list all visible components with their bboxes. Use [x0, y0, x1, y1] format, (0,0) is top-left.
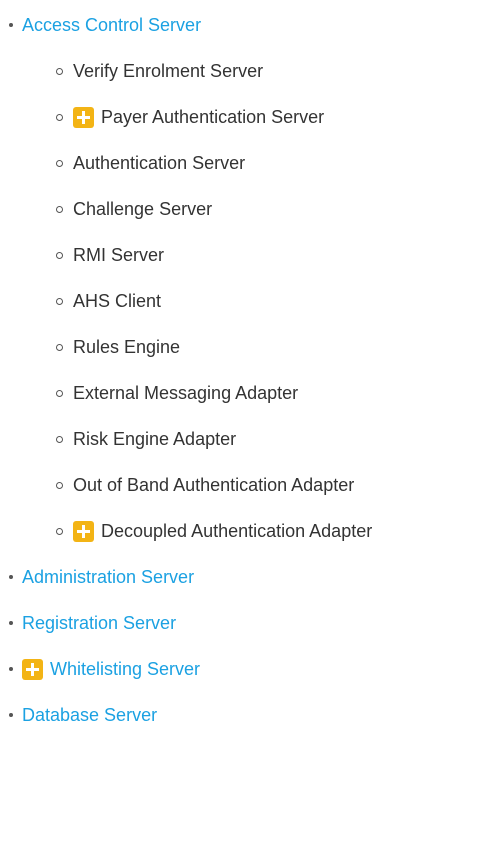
list-item-label: AHS Client — [73, 291, 162, 311]
list-item-out-of-band-authentication-adapter: Out of Band Authentication Adapter — [0, 472, 354, 498]
bullet — [56, 251, 63, 259]
bullet — [56, 113, 63, 121]
plus-icon — [22, 658, 43, 680]
bullet — [56, 527, 63, 535]
list-item-verify-enrolment-server: Verify Enrolment Server — [0, 58, 263, 84]
bullet — [56, 67, 63, 75]
bullet — [56, 435, 63, 443]
list-item-label: RMI Server — [73, 245, 165, 265]
list-item-administration-server: Administration Server — [0, 564, 194, 590]
list-item-label: Decoupled Authentication Adapter — [101, 521, 373, 541]
list-item-label: External Messaging Adapter — [73, 383, 299, 403]
list-item-risk-engine-adapter: Risk Engine Adapter — [0, 426, 236, 452]
bullet — [9, 23, 13, 27]
bullet — [9, 667, 13, 671]
list-item-access-control-server: Access Control Server — [0, 12, 201, 38]
list-item-label: Payer Authentication Server — [101, 107, 325, 127]
database-server-link[interactable]: Database Server — [22, 702, 157, 728]
list-item-registration-server: Registration Server — [0, 610, 176, 636]
whitelisting-server-link[interactable]: Whitelisting Server — [50, 656, 200, 682]
list-item-label: Rules Engine — [73, 337, 181, 357]
bullet — [56, 343, 63, 351]
bullet — [9, 621, 13, 625]
list-item-label: Challenge Server — [73, 199, 213, 219]
list-item-rules-engine: Rules Engine — [0, 334, 180, 360]
bullet — [56, 481, 63, 489]
administration-server-link[interactable]: Administration Server — [22, 564, 194, 590]
plus-icon — [73, 520, 94, 542]
list-item-ahs-client: AHS Client — [0, 288, 161, 314]
list-item-label: Authentication Server — [73, 153, 246, 173]
bullet — [56, 297, 63, 305]
list-item-label: Out of Band Authentication Adapter — [73, 475, 355, 495]
list-item-external-messaging-adapter: External Messaging Adapter — [0, 380, 298, 406]
registration-server-link[interactable]: Registration Server — [22, 610, 176, 636]
list-item-whitelisting-server: Whitelisting Server — [0, 656, 200, 682]
list-item-decoupled-authentication-adapter: Decoupled Authentication Adapter — [0, 518, 372, 544]
list-item-challenge-server: Challenge Server — [0, 196, 212, 222]
bullet — [56, 159, 63, 167]
list-item-database-server: Database Server — [0, 702, 157, 728]
bullet — [9, 713, 13, 717]
bullet — [9, 575, 13, 579]
list-item-rmi-server: RMI Server — [0, 242, 164, 268]
bullet — [56, 205, 63, 213]
list-item-authentication-server: Authentication Server — [0, 150, 245, 176]
list-item-payer-authentication-server: Payer Authentication Server — [0, 104, 324, 130]
list-item-label: Risk Engine Adapter — [73, 429, 237, 449]
plus-icon — [73, 106, 94, 128]
access-control-server-link[interactable]: Access Control Server — [22, 12, 201, 38]
list-item-label: Verify Enrolment Server — [73, 61, 264, 81]
bullet — [56, 389, 63, 397]
